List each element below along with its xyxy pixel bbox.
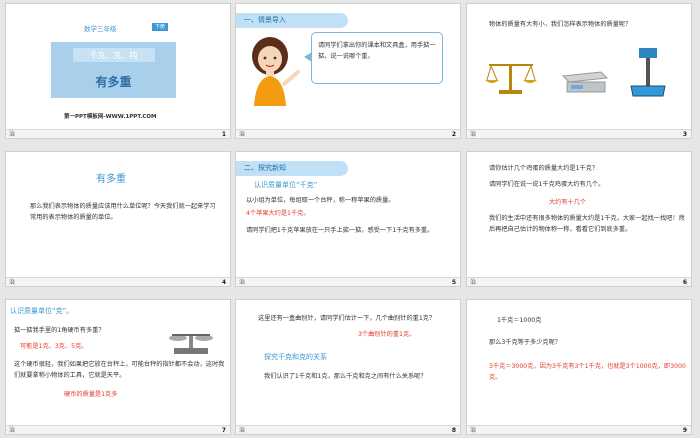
cover-title: 有多重 [95,75,132,89]
volume-badge: 下册 [152,23,168,31]
slide-thumbnail-2[interactable]: 一、情景导入 请同学们拿出你的课本和文具盒，用手掂一掂，说一说哪个重。 治 2 [235,3,461,139]
section-header: 二、探究新知 [236,161,348,176]
body-line-2-highlight: 4个苹果大约是1千克。 [246,210,310,217]
slide-number: 4 [221,279,226,286]
watermark: 第一PPT模板网-WWW.1PPT.COM [64,114,157,120]
slide-number: 7 [221,427,226,434]
slide-thumbnail-4[interactable]: 有多重 那么我们表示物体的质量应该用什么单位呢？今天我们就一起来学习常用的表示物… [5,151,231,287]
balance-scale-icon [485,64,537,94]
equation: 1千克＝1000克 [497,317,542,324]
slide-number: 6 [682,279,687,286]
slide-number: 3 [682,131,687,138]
slide-footer: 治 1 [6,129,230,138]
slide-thumbnail-6[interactable]: 请你估计几个鸡蛋的质量大约是1千克？ 请同学们在说一说1千克鸡蛋大约有几个。 大… [466,151,692,287]
body-text: 那么我们表示物体的质量应该用什么单位呢？今天我们就一起来学习常用的表示物体的质量… [30,203,216,221]
slide-thumbnail-5[interactable]: 二、探究新知 认识质量单位“千克” 以小组为单位，每组取一个台秤，称一称苹果的质… [235,151,461,287]
question-text: 那么3千克等于多少克呢？ [489,339,561,346]
intro-text: 这里还有一盒曲别针，请同学们估计一下，几个曲别针的重1克？ [258,315,436,322]
slide-footer: 治 3 [467,129,691,138]
slide-thumbnail-3[interactable]: 物体的质量有大有小，我们怎样表示物体的质量呢？ 治 3 [466,3,692,139]
question-1: 掂一掂我手里的1角硬币有多重？ [14,327,105,334]
body-line-1: 以小组为单位，每组取一个台秤，称一称苹果的质量。 [246,197,395,204]
answer-text: 3千克＝3000克，因为3千克有3个1千克，也就是3个1000克，即3000克。 [489,363,686,381]
footer-icon: 治 [239,131,246,138]
balance-scale-icon [169,334,213,354]
slide-number: 1 [221,131,226,138]
bubble-text: 请同学们拿出你的课本和文具盒，用手掂一掂，说一说哪个重。 [318,42,436,60]
slide-number: 9 [682,427,687,434]
slide-thumbnail-9[interactable]: 1千克＝1000克 那么3千克等于多少克呢？ 3千克＝3000克，因为3千克有3… [466,299,692,435]
slide-footer: 治 9 [467,425,691,434]
teacher-illustration [252,37,300,106]
section-subtitle: 认识质量单位“克”。 [10,307,74,315]
question-text: 我们认识了1千克和1克，那么千克和克之间有什么关系呢？ [264,373,427,380]
electronic-scale-icon [561,71,609,93]
speech-bubble: 请同学们拿出你的课本和文具盒，用手掂一掂，说一说哪个重。 [311,32,443,84]
section-subtitle: 探究千克和克的关系 [264,353,327,361]
slide-number: 2 [451,131,456,138]
slide-thumbnail-1[interactable]: 数学三年级 下册 千克、克、吨 有多重 第一PPT模板网-WWW.1PPT.CO… [5,3,231,139]
question-1: 请你估计几个鸡蛋的质量大约是1千克？ [489,165,599,172]
slide-footer: 治 2 [236,129,460,138]
slide-footer: 治 4 [6,277,230,286]
slide-footer: 治 7 [6,425,230,434]
slide-footer: 治 5 [236,277,460,286]
slide-thumbnail-8[interactable]: 这里还有一盒曲别针，请同学们估计一下，几个曲别针的重1克？ 3个曲别针的重1克。… [235,299,461,435]
platform-scale-icon [630,48,666,97]
body-text: 这个硬币很轻，我们如果把它放在台秤上，可能台秤的指针都不会动，这时我们就要拿称小… [14,361,225,379]
footer-icon: 治 [9,131,16,138]
answer-highlight: 硬币的质量是1克多 [64,391,118,398]
slide-number: 5 [451,279,456,286]
slide-title: 有多重 [96,174,126,185]
intro-answer: 3个曲别针的重1克。 [358,331,416,338]
footer-icon: 治 [9,279,16,286]
footer-icon: 治 [470,131,477,138]
answer-1: 可能是1克、3克、5克。 [20,343,88,350]
cover-subtitle: 千克、克、吨 [89,51,138,60]
section-subtitle: 认识质量单位“千克” [254,181,318,189]
slide-number: 8 [451,427,456,434]
grade-label: 数学三年级 [84,25,117,33]
footer-icon: 治 [470,427,477,434]
body-text: 我们的生活中还有很多物体的质量大约是1千克，大家一起找一找吧！然后再把自己估计的… [489,215,685,233]
body-line-3: 请同学们把1千克苹果放在一只手上掂一掂，感受一下1千克有多重。 [246,227,434,234]
slide-thumbnail-7[interactable]: 认识质量单位“克”。 掂一掂我手里的1角硬币有多重？ 可能是1克、3克、5克。 … [5,299,231,435]
slide-footer: 治 6 [467,277,691,286]
answer-highlight: 大约有十几个 [549,199,587,206]
footer-icon: 治 [239,427,246,434]
footer-icon: 治 [239,279,246,286]
question-text: 物体的质量有大有小，我们怎样表示物体的质量呢？ [489,21,632,28]
question-2: 请同学们在说一说1千克鸡蛋大约有几个。 [489,181,605,188]
footer-icon: 治 [9,427,16,434]
slide-footer: 治 8 [236,425,460,434]
section-header: 一、情景导入 [236,13,348,28]
cover-panel: 千克、克、吨 有多重 [51,42,176,98]
footer-icon: 治 [470,279,477,286]
